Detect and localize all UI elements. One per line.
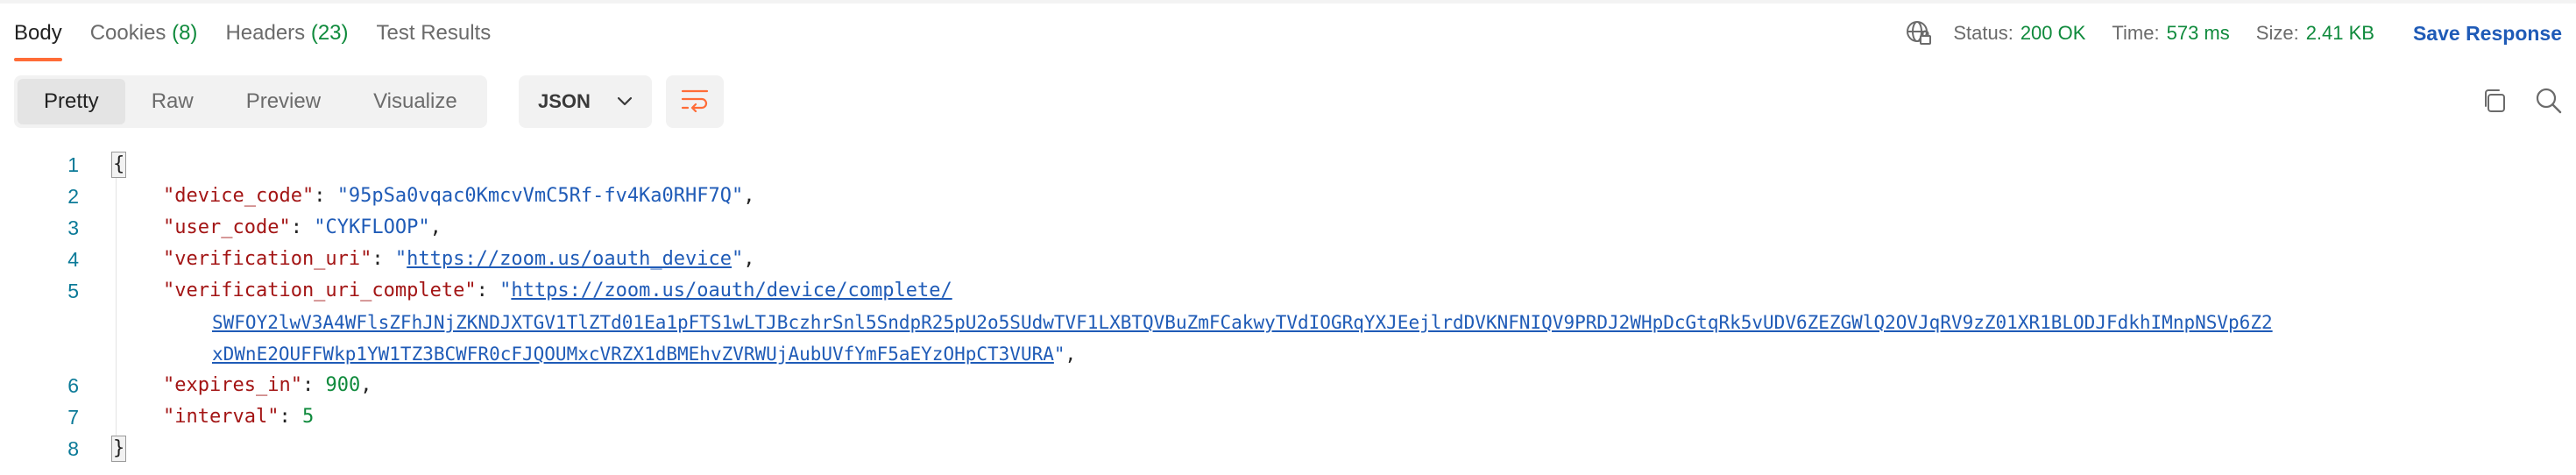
tab-test-results[interactable]: Test Results [377, 18, 492, 49]
indent-guide [116, 165, 117, 459]
line-content: SWFOY2lwV3A4WFlsZFhJNjZKNDJXTGV1TlZTd01E… [212, 307, 2273, 338]
json-link[interactable]: https://zoom.us/oauth_device [407, 248, 732, 270]
json-link[interactable]: xDWnE2OUFFWkp1YW1TZ3BCWFR0cFJQOUMxcVRZX1… [212, 344, 1054, 365]
open-brace: { [110, 152, 127, 178]
size-label: Size: [2255, 22, 2299, 44]
json-link[interactable]: SWFOY2lwV3A4WFlsZFhJNjZKNDJXTGV1TlZTd01E… [212, 312, 2273, 333]
tab-headers[interactable]: Headers (23) [225, 18, 348, 49]
line-content: xDWnE2OUFFWkp1YW1TZ3BCWFR0cFJQOUMxcVRZX1… [212, 344, 1077, 365]
response-panel: Body Cookies (8) Headers (23) Test Resul… [0, 0, 2576, 475]
copy-button[interactable] [2480, 88, 2509, 117]
time-label: Time: [2112, 22, 2160, 44]
wrap-lines-icon [681, 88, 709, 117]
tab-body-label: Body [14, 21, 62, 45]
line-content: "device_code": "95pSa0vqac0KmcvVmC5Rf-fv… [163, 185, 755, 207]
size-value[interactable]: 2.41 KB [2306, 22, 2374, 45]
globe-icon[interactable] [1904, 18, 1934, 48]
json-key: "expires_in" [163, 374, 302, 396]
wrap-lines-button[interactable] [666, 75, 724, 128]
time-value[interactable]: 573 ms [2167, 22, 2230, 45]
json-string: "95pSa0vqac0KmcvVmC5Rf-fv4Ka0RHF7Q" [336, 185, 744, 207]
line-number: 2 [67, 185, 79, 208]
line-number: 1 [67, 153, 79, 176]
tab-cookies-count: (8) [172, 21, 198, 45]
view-mode-group: Pretty Raw Preview Visualize [14, 75, 487, 128]
status-value[interactable]: 200 OK [2020, 22, 2086, 45]
tab-cookies[interactable]: Cookies (8) [90, 18, 198, 49]
save-response-button[interactable]: Save Response [2413, 22, 2562, 46]
search-icon [2535, 87, 2563, 119]
json-number: 900 [325, 374, 361, 396]
tab-headers-count: (23) [310, 21, 349, 45]
line-number: 5 [67, 280, 79, 302]
line-number: 7 [67, 406, 79, 429]
view-raw-button[interactable]: Raw [125, 79, 220, 124]
json-link[interactable]: https://zoom.us/oauth/device/complete/ [511, 280, 952, 301]
line-number: 3 [67, 216, 79, 239]
format-select-value: JSON [538, 90, 591, 112]
line-content: "verification_uri": "https://zoom.us/oau… [163, 248, 755, 270]
json-key: "device_code" [163, 185, 315, 207]
view-visualize-button[interactable]: Visualize [347, 79, 484, 124]
response-status-bar: Status: 200 OK Time: 573 ms Size: 2.41 K… [1904, 16, 2562, 51]
line-number: 4 [67, 248, 79, 271]
json-string: "CYKFLOOP" [314, 216, 430, 238]
json-key: "interval" [163, 406, 280, 428]
tab-headers-label: Headers [225, 21, 306, 45]
line-content: "interval": 5 [163, 406, 315, 428]
json-key: "verification_uri_complete" [163, 280, 477, 301]
json-number: 5 [301, 406, 315, 428]
line-content: "verification_uri_complete": "https://zo… [163, 280, 952, 301]
copy-icon [2481, 88, 2508, 118]
line-content: { [110, 149, 127, 181]
line-number: 6 [67, 374, 79, 397]
json-key: "user_code" [163, 216, 291, 238]
search-button[interactable] [2534, 88, 2564, 117]
close-brace: } [110, 436, 127, 462]
panel-top-border [0, 0, 2576, 4]
tab-test-results-label: Test Results [376, 21, 492, 45]
view-pretty-button[interactable]: Pretty [18, 79, 125, 124]
line-number: 8 [67, 437, 79, 460]
view-preview-button[interactable]: Preview [220, 79, 347, 124]
tab-body[interactable]: Body [14, 18, 62, 61]
line-content: "expires_in": 900, [163, 374, 372, 396]
line-content: "user_code": "CYKFLOOP", [163, 216, 442, 238]
status-label: Status: [1953, 22, 2013, 44]
json-key: "verification_uri" [163, 248, 372, 270]
chevron-down-icon [617, 96, 633, 107]
response-tabs: Body Cookies (8) Headers (23) Test Resul… [14, 16, 519, 61]
line-content: } [110, 433, 127, 464]
tab-cookies-label: Cookies [89, 21, 166, 45]
format-select[interactable]: JSON [519, 75, 652, 128]
